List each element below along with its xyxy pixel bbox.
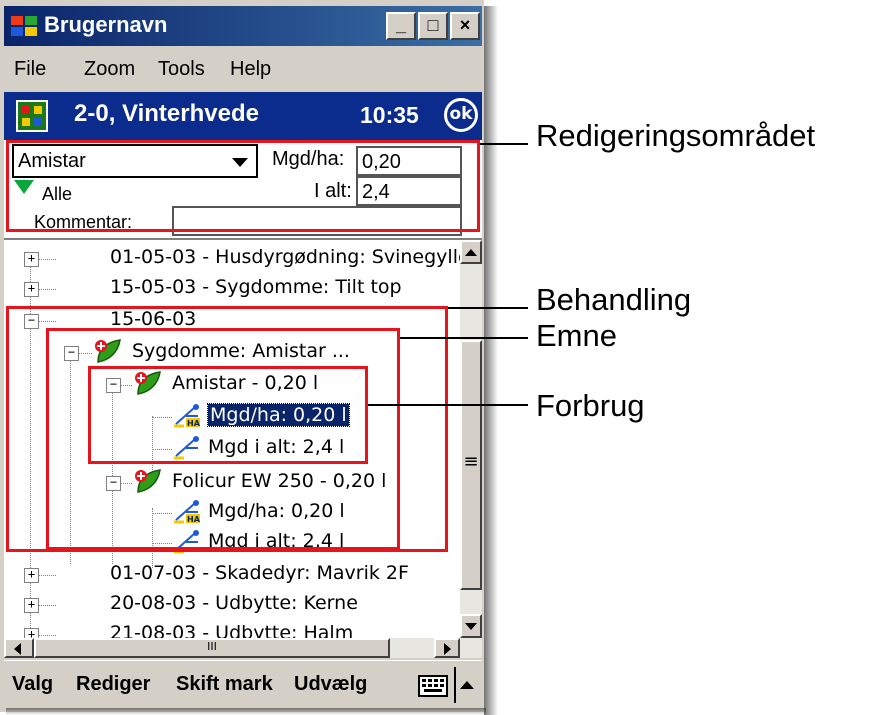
window-shadow <box>484 6 498 715</box>
close-button[interactable]: × <box>450 12 480 40</box>
callout-treatment: Behandling <box>536 282 692 317</box>
menu-help[interactable]: Help <box>230 58 271 81</box>
menu-file[interactable]: File <box>14 58 46 81</box>
expand-icon[interactable]: + <box>24 598 39 613</box>
maximize-button[interactable]: □ <box>418 12 448 40</box>
menu-tools[interactable]: Tools <box>158 58 205 81</box>
tree-item-label: 15-05-03 - Sygdomme: Tilt top <box>110 276 402 298</box>
scroll-left-button[interactable] <box>4 638 34 658</box>
tree-item-label: 01-07-03 - Skadedyr: Mavrik 2F <box>110 562 409 584</box>
menu-zoom[interactable]: Zoom <box>84 58 135 81</box>
scroll-thumb-horizontal[interactable]: III <box>34 638 390 658</box>
expand-icon[interactable]: + <box>24 568 39 583</box>
skift-mark-button[interactable]: Skift mark <box>176 673 273 696</box>
crop-field-icon[interactable] <box>16 100 48 132</box>
tree-row[interactable]: + 20-08-03 - Udbytte: Kerne <box>4 590 464 620</box>
tree-connector <box>38 259 56 260</box>
tree-connector <box>38 575 56 576</box>
tree-item-label: 20-08-03 - Udbytte: Kerne <box>110 592 358 614</box>
scroll-down-button[interactable] <box>460 614 482 638</box>
minimize-button[interactable]: _ <box>386 12 416 40</box>
scroll-right-button[interactable] <box>434 638 460 658</box>
horizontal-scrollbar[interactable]: III <box>4 638 482 658</box>
windows-logo-icon <box>11 16 37 36</box>
expand-icon[interactable]: + <box>24 252 39 267</box>
rediger-button[interactable]: Rediger <box>76 673 150 696</box>
tree-row[interactable]: + 01-05-03 - Husdyrgødning: Svinegylle <box>4 244 470 274</box>
ok-button[interactable]: ok <box>444 98 478 132</box>
callout-usage: Forbrug <box>536 388 645 423</box>
arrow-down-icon <box>465 623 477 630</box>
expand-icon[interactable]: + <box>24 282 39 297</box>
scroll-thumb[interactable]: ≡ <box>460 340 482 590</box>
tree-connector <box>38 635 56 636</box>
crop-title: 2-0, Vinterhvede <box>74 100 259 127</box>
callout-subject: Emne <box>536 318 617 353</box>
arrow-right-icon <box>444 643 451 655</box>
menu-bar: File Zoom Tools Help <box>4 50 482 88</box>
leader-subject <box>400 337 528 339</box>
vertical-scrollbar[interactable]: ≡ <box>460 240 482 638</box>
command-bar: Valg Rediger Skift mark Udvælg <box>4 660 482 708</box>
keyboard-icon[interactable] <box>418 675 448 697</box>
tree-connector <box>38 605 56 606</box>
window-shadow <box>6 708 486 715</box>
tree-row[interactable]: + 15-05-03 - Sygdomme: Tilt top <box>4 274 464 304</box>
title-bar: Brugernavn _ □ × <box>4 6 482 46</box>
tree-row[interactable]: + 01-07-03 - Skadedyr: Mavrik 2F <box>4 560 464 590</box>
window-title: Brugernavn <box>44 12 168 37</box>
valg-button[interactable]: Valg <box>12 673 53 696</box>
arrow-left-icon <box>14 643 21 655</box>
clock: 10:35 <box>360 102 419 128</box>
arrow-up-icon <box>465 249 477 256</box>
leader-usage <box>368 404 528 406</box>
crop-header: 2-0, Vinterhvede 10:35 ok <box>4 92 482 140</box>
leader-treatment <box>448 307 528 309</box>
tree-item-label: 01-05-03 - Husdyrgødning: Svinegylle <box>110 246 470 268</box>
highlight-usage <box>88 366 368 464</box>
tree-connector <box>38 289 56 290</box>
leader-edit-area <box>480 143 528 145</box>
udvaelg-button[interactable]: Udvælg <box>294 673 367 696</box>
sip-up-arrow-icon[interactable] <box>460 681 474 689</box>
scroll-up-button[interactable] <box>460 240 482 264</box>
pda-window: Brugernavn _ □ × File Zoom Tools Help 2-… <box>0 0 484 712</box>
highlight-edit-area <box>6 140 480 232</box>
callout-edit-area: Redigeringsområdet <box>536 118 816 153</box>
divider <box>454 667 456 703</box>
